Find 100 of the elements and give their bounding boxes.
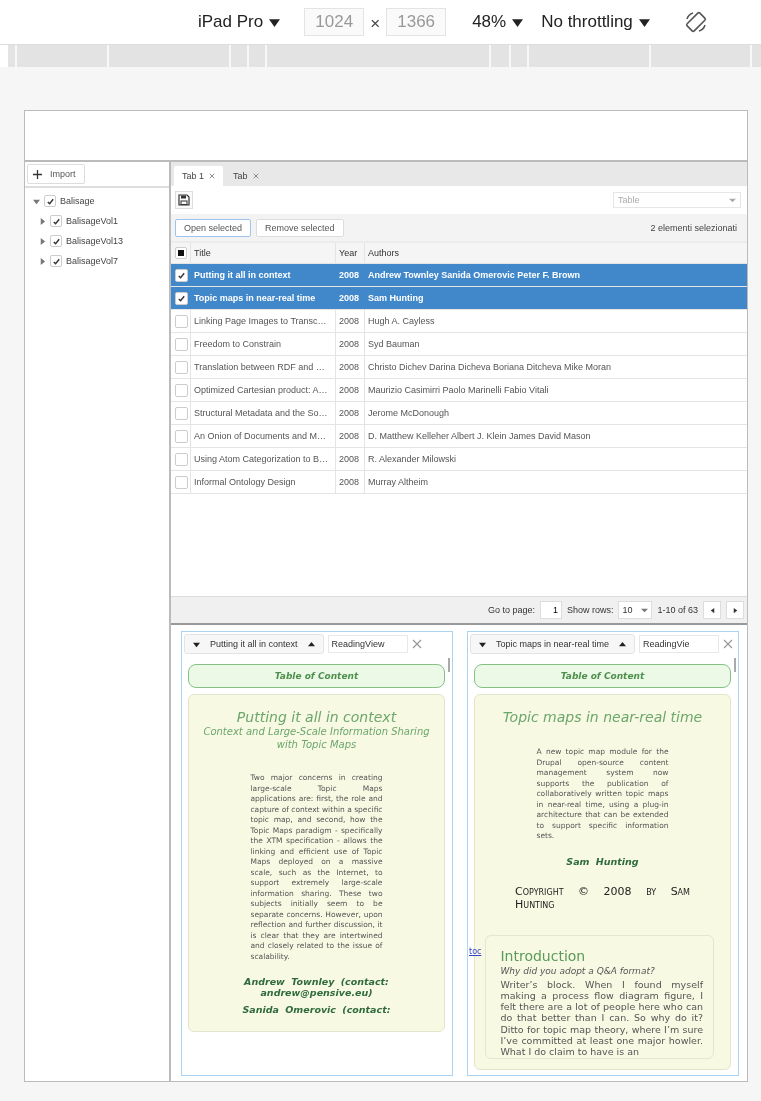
scrollbar[interactable] (734, 658, 736, 672)
table-cell: 2008 (336, 333, 365, 355)
article-title: Putting it all in context (235, 709, 398, 725)
caret-icon[interactable] (39, 237, 46, 245)
device-select[interactable]: iPad Pro (198, 12, 281, 32)
table-of-content-button[interactable]: Table of Content (188, 664, 445, 688)
throttling-select[interactable]: No throttling (541, 12, 650, 32)
caret-up-icon[interactable] (307, 640, 315, 648)
column-header[interactable]: Year (336, 243, 365, 263)
previous-page-button[interactable] (703, 601, 721, 619)
table-row[interactable]: Putting it all in context 2008 Andrew Townley Sanida Omerovic Peter F. Brown (171, 264, 747, 287)
checkbox[interactable] (175, 406, 188, 420)
checkbox[interactable] (175, 475, 188, 489)
dimension-separator: × (370, 14, 381, 34)
table-row[interactable]: Linking Page Images to Transc… 2008 Hugh A. Cayless (171, 310, 747, 333)
tree-item[interactable]: BalisageVol13 (66, 236, 124, 246)
author: Sam Hunting (565, 855, 640, 867)
tree-item[interactable]: BalisageVol1 (66, 216, 119, 226)
caret-right-icon (731, 606, 739, 614)
action-button[interactable]: Remove selected (256, 218, 344, 237)
save-button[interactable] (175, 191, 193, 209)
checkbox[interactable] (175, 337, 188, 351)
checkmark-icon (177, 293, 186, 303)
page-range: 1-10 of 63 (657, 605, 698, 615)
tree-item[interactable]: BalisageVol7 (66, 256, 119, 266)
author: Andrew Townley (contact: andrew@pensive.eu) (242, 976, 390, 998)
show-rows-label: Show rows: (566, 605, 614, 615)
table-cell-text: Christo Dichev Darina Dicheva Boriana Ditcheva Mike Moran (367, 361, 613, 374)
document-title: Topic maps in near-real time (496, 639, 610, 649)
section-paragraph: Writer’s block. When I found myself making a process flow diagram figure, I felt there are a lot of people here who can do that better than I can. So why do it? Ditto for topic map theory, where I’m sure I’ve committed at least one major howler. What I do claim to have is an (500, 978, 703, 1058)
column-header[interactable]: Authors (365, 243, 747, 263)
document-select[interactable]: Putting it all in context (184, 634, 324, 654)
table-cell: 2008 (336, 264, 365, 286)
go-to-page-label: Go to page: (487, 605, 535, 615)
table-row[interactable]: Topic maps in near-real time 2008 Sam Hunting (171, 287, 747, 310)
selection-count: 2 elementi selezionati (650, 222, 737, 233)
checkbox[interactable] (175, 452, 188, 466)
table-cell: 2008 (336, 310, 365, 332)
plus-icon (33, 169, 42, 179)
table-cell-text: Andrew Townley Sanida Omerovic Peter F. Brown (367, 269, 581, 282)
checkmark-icon (177, 270, 186, 280)
checkbox[interactable] (50, 215, 62, 227)
caret-icon[interactable] (39, 217, 46, 225)
checkbox[interactable] (175, 360, 188, 374)
select-all-checkbox[interactable] (175, 247, 187, 259)
table-cell: 2008 (336, 356, 365, 378)
checkbox[interactable] (175, 429, 188, 443)
table-row[interactable]: An Onion of Documents and M… 2008 D. Matthew Kelleher Albert J. Klein James David Mason (171, 425, 747, 448)
import-button[interactable]: Import (27, 164, 85, 184)
caret-icon[interactable] (33, 197, 40, 205)
checkbox[interactable] (175, 291, 188, 305)
close-icon[interactable] (723, 639, 734, 649)
caret-down-icon[interactable] (479, 640, 486, 648)
caret-down-icon[interactable] (193, 640, 200, 648)
table-row[interactable]: Informal Ontology Design 2008 Murray Altheim (171, 471, 747, 494)
tab[interactable]: Tab 1 (174, 166, 224, 186)
table-cell: Linking Page Images to Transc… (191, 310, 336, 332)
table-cell-text: Sam Hunting (367, 292, 425, 305)
next-page-button[interactable] (726, 601, 744, 619)
table-row[interactable]: Using Atom Categorization to B… 2008 R. Alexander Milowski (171, 448, 747, 471)
article-subtitle: Context and Large-Scale Information Sharing with Topic Maps (202, 726, 431, 751)
rotate-icon[interactable] (683, 10, 708, 34)
table-cell: Optimized Cartesian product: A… (191, 379, 336, 401)
table-cell: 2008 (336, 287, 365, 309)
zoom-select[interactable]: 48% (472, 12, 524, 32)
table-row[interactable]: Translation between RDF and … 2008 Christo Dichev Darina Dicheva Boriana Ditcheva Mike Moran (171, 356, 747, 379)
checkbox[interactable] (50, 235, 62, 247)
table-cell: Freedom to Constrain (191, 333, 336, 355)
checkbox[interactable] (175, 314, 188, 328)
table-cell-text: Murray Altheim (367, 476, 430, 489)
table-row[interactable]: Structural Metadata and the So… 2008 Jerome McDonough (171, 402, 747, 425)
table-cell: Translation between RDF and … (191, 356, 336, 378)
tab[interactable]: Tab (225, 166, 267, 186)
caret-icon[interactable] (39, 257, 46, 265)
caret-up-icon[interactable] (619, 640, 627, 648)
close-icon[interactable] (209, 173, 216, 179)
document-select[interactable]: Topic maps in near-real time (470, 634, 636, 654)
table-cell: 2008 (336, 471, 365, 493)
page-field[interactable]: 1 (539, 601, 562, 619)
scrollbar[interactable] (448, 658, 450, 672)
close-icon[interactable] (252, 173, 259, 179)
action-button[interactable]: Open selected (175, 218, 252, 237)
tree-item[interactable]: Balisage (60, 196, 95, 206)
table-row[interactable]: Optimized Cartesian product: A… 2008 Maurizio Casimirri Paolo Marinelli Fabio Vitali (171, 379, 747, 402)
table-row[interactable]: Freedom to Constrain 2008 Syd Bauman (171, 333, 747, 356)
rows-select[interactable]: 10 (618, 601, 653, 619)
view-field[interactable]: ReadingView (327, 635, 408, 653)
view-field[interactable]: ReadingVie (639, 635, 720, 653)
close-icon[interactable] (411, 639, 422, 649)
checkbox[interactable] (175, 383, 188, 397)
checkbox[interactable] (50, 255, 62, 267)
table-cell: Putting it all in context (191, 264, 336, 286)
checkbox[interactable] (175, 268, 188, 282)
table-of-content-button[interactable]: Table of Content (474, 664, 731, 688)
checkbox[interactable] (44, 195, 56, 207)
table-cell-text: Syd Bauman (367, 338, 421, 351)
column-header[interactable]: Title (191, 243, 336, 263)
toc-link[interactable]: toc (469, 946, 482, 956)
caret-icon (512, 16, 524, 28)
document-title: Putting it all in context (210, 639, 298, 649)
